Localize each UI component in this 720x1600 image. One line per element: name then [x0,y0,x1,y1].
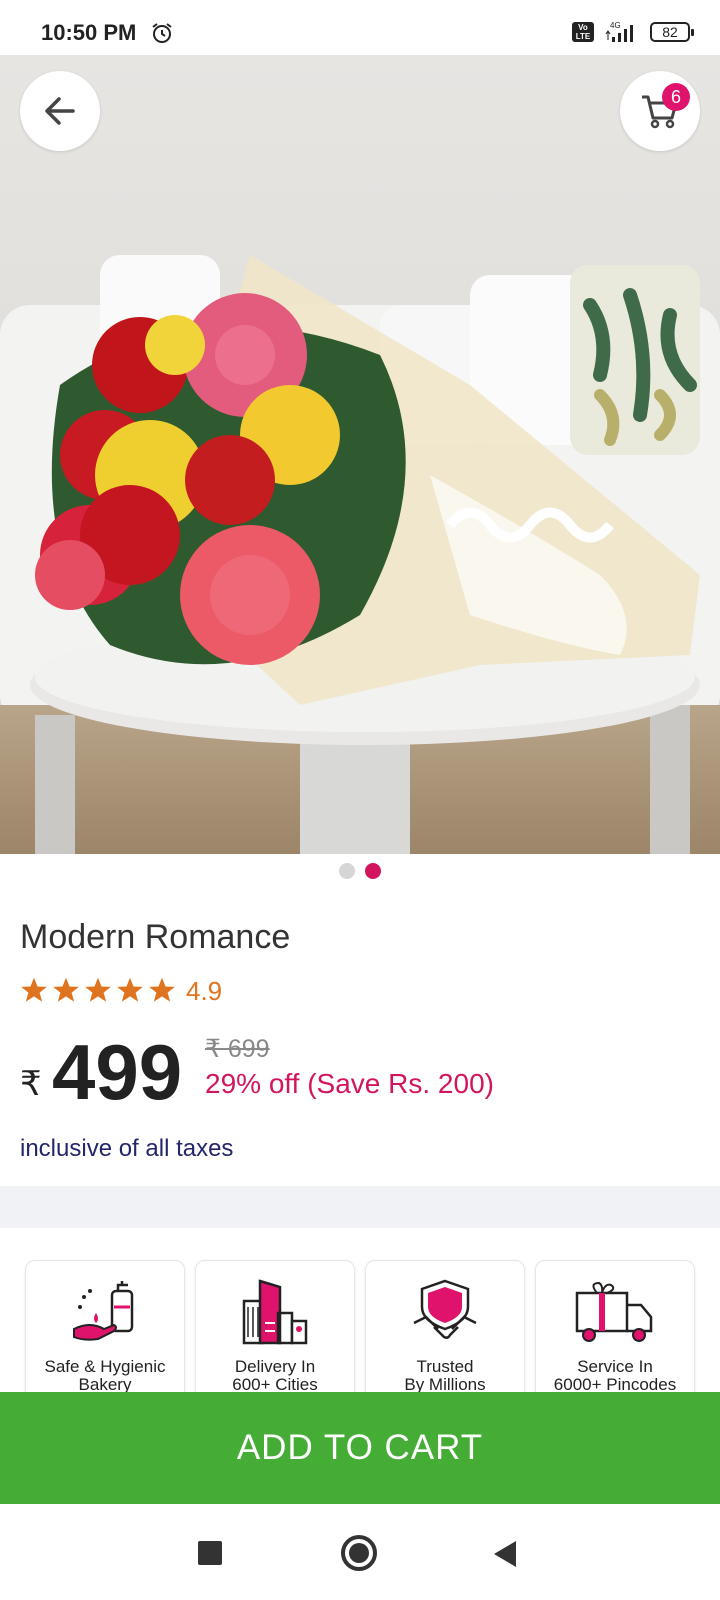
section-divider [0,1186,720,1228]
back-button[interactable] [20,71,100,151]
product-title: Modern Romance [20,918,291,956]
home-button[interactable] [341,1535,377,1571]
rating-value: 4.9 [186,976,223,1006]
status-icons: Vo LTE 4G 82 [572,20,694,44]
bouquet-photo [0,55,720,854]
product-price: 499 [52,1028,183,1116]
cart-button[interactable]: 6 [620,71,700,151]
carousel-indicator [0,863,720,879]
system-back-button[interactable] [494,1541,516,1567]
system-nav-bar [0,1504,720,1600]
status-bar: 10:50 PM Vo LTE 4G 82 [0,0,720,56]
rating-row: 4.9 [20,972,222,1007]
hand-sanitizer-icon [73,1281,134,1341]
recents-button[interactable] [198,1541,222,1565]
arrow-left-icon [45,97,75,125]
battery-icon: 82 [650,22,694,42]
star-icon [149,977,175,1002]
discount-text: 29% off (Save Rs. 200) [205,1068,494,1099]
currency-symbol: ₹ [20,1065,42,1103]
status-time: 10:50 PM [41,20,137,45]
signal-icon: 4G [605,21,633,42]
feature-label: Service In 6000+ Pincodes [553,1357,677,1394]
original-price: ₹ 699 [205,1035,270,1063]
carousel-dot[interactable] [339,863,355,879]
tax-note: inclusive of all taxes [20,1135,234,1162]
cart-count-badge: 6 [662,83,690,111]
alarm-icon [152,23,172,43]
star-icon [85,977,111,1002]
network-type-label: 4G [610,21,621,30]
star-icon [21,977,47,1002]
feature-label: Safe & Hygienic Bakery [44,1357,166,1394]
feature-label: Trusted By Millions [404,1357,486,1394]
feature-label: Delivery In 600+ Cities [232,1357,318,1394]
carousel-dot-active[interactable] [365,863,381,879]
star-icon [117,977,143,1002]
star-icon [53,977,79,1002]
city-buildings-icon [242,1279,308,1345]
volte-icon: Vo LTE [572,22,594,42]
add-to-cart-button[interactable]: ADD TO CART [0,1392,720,1504]
delivery-truck-icon [575,1281,653,1342]
shield-handshake-icon [413,1279,477,1339]
product-image-carousel[interactable]: 6 [0,55,720,854]
